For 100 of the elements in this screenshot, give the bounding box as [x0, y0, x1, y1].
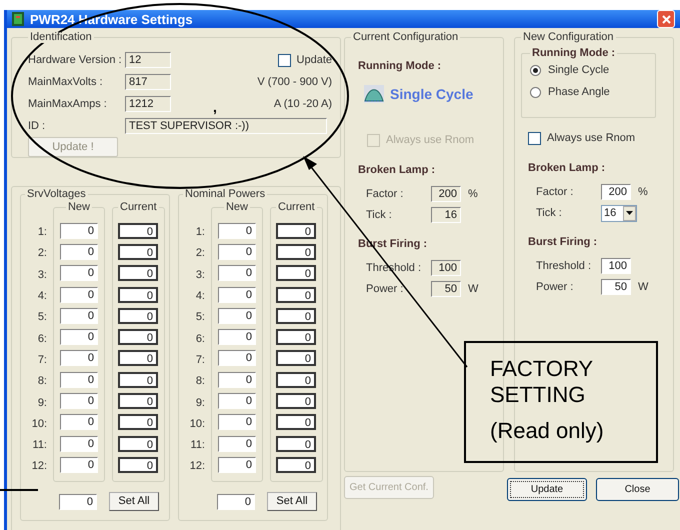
checkbox[interactable] [278, 54, 291, 66]
input-field[interactable]: 0 [276, 393, 316, 410]
range-hint: V (700 - 900 V) [257, 76, 332, 88]
input-field[interactable]: 0 [276, 286, 316, 303]
input-field[interactable]: 0 [60, 393, 98, 410]
running-mode-value: Single Cycle [390, 87, 474, 101]
input-field[interactable]: 1212 [125, 96, 171, 112]
input-field[interactable]: 0 [60, 286, 98, 303]
input-field[interactable]: 0 [60, 222, 98, 239]
input-field[interactable]: 0 [60, 456, 98, 473]
input-field[interactable]: 0 [218, 372, 256, 388]
input-field[interactable]: 0 [60, 244, 98, 260]
set-all-button[interactable]: Set All [267, 492, 317, 511]
input-field[interactable]: 0 [218, 286, 256, 303]
input-field[interactable]: TEST SUPERVISOR :-)) [125, 118, 327, 134]
input-field[interactable]: 0 [217, 494, 255, 510]
dialog-button[interactable]: Close [596, 478, 679, 501]
input-field[interactable]: 0 [276, 372, 316, 388]
unit-label: % [638, 186, 648, 198]
range-hint: A (10 -20 A) [274, 98, 332, 110]
input-field[interactable]: 0 [118, 286, 158, 303]
set-all-button[interactable]: Set All [109, 492, 159, 511]
input-field[interactable]: 0 [218, 329, 256, 346]
input-field[interactable]: 12 [125, 52, 171, 68]
input-field[interactable]: 100 [431, 260, 461, 276]
input-field[interactable]: 0 [276, 350, 316, 366]
row-number: 5: [38, 312, 47, 324]
input-field[interactable]: 0 [218, 393, 256, 410]
field-label: Hardware Version : [28, 54, 123, 66]
input-field[interactable]: 200 [431, 186, 461, 202]
input-field[interactable]: 0 [60, 265, 98, 282]
row-number: 1: [38, 227, 47, 238]
input-field[interactable]: 0 [118, 329, 158, 346]
column-title: Current [119, 202, 158, 213]
input-field[interactable]: 0 [60, 308, 98, 324]
input-field[interactable]: 0 [276, 265, 316, 282]
field-label: Threshold : [536, 260, 592, 272]
column-title: Current [277, 202, 316, 213]
field-label: Tick : [536, 208, 563, 218]
dialog-button[interactable]: Update [507, 478, 587, 501]
input-field[interactable]: 0 [118, 456, 158, 473]
unit-label: W [468, 284, 478, 294]
input-field[interactable]: 0 [118, 393, 158, 410]
row-number: 6: [196, 334, 205, 345]
row-number: 3: [196, 270, 205, 281]
field-label: Power : [536, 282, 574, 292]
input-field[interactable]: 0 [276, 308, 316, 324]
input-field[interactable]: 817 [125, 74, 171, 90]
input-field[interactable]: 0 [118, 350, 158, 366]
radio-label: Single Cycle [548, 65, 610, 76]
input-field[interactable]: 0 [60, 372, 98, 388]
field-label: ID : [28, 120, 46, 132]
input-field[interactable]: 0 [60, 350, 98, 366]
input-field[interactable]: 0 [60, 436, 98, 452]
input-field[interactable]: 0 [118, 414, 158, 430]
input-field[interactable]: 0 [276, 244, 316, 260]
row-number: 7: [196, 354, 205, 366]
input-field[interactable]: 0 [59, 494, 97, 510]
input-field[interactable]: 50 [431, 281, 461, 297]
unit-label: % [468, 188, 478, 200]
close-icon [662, 14, 670, 24]
row-number: 7: [38, 354, 47, 366]
section-title: Burst Firing : [528, 237, 598, 248]
input-field[interactable]: 16 [431, 207, 461, 223]
input-field[interactable]: 0 [276, 436, 316, 452]
input-field[interactable]: 0 [60, 414, 98, 430]
radio-button[interactable] [530, 87, 541, 98]
tick-dropdown[interactable]: 16 [601, 204, 637, 222]
input-field[interactable]: 0 [276, 414, 316, 430]
input-field[interactable]: 0 [218, 308, 256, 324]
row-number: 12: [190, 461, 205, 472]
input-field[interactable]: 0 [118, 436, 158, 452]
section-title: Broken Lamp : [528, 163, 606, 174]
input-field[interactable]: 0 [276, 329, 316, 346]
group-title: SrvVoltages [26, 189, 87, 200]
input-field[interactable]: 0 [218, 456, 256, 473]
input-field[interactable]: 0 [118, 222, 158, 239]
input-field[interactable]: 50 [601, 279, 631, 295]
input-field[interactable]: 100 [601, 258, 631, 274]
input-field[interactable]: 0 [118, 265, 158, 282]
input-field[interactable]: 0 [118, 308, 158, 324]
input-field[interactable]: 0 [218, 244, 256, 260]
field-label: Factor : [536, 186, 574, 198]
input-field[interactable]: 0 [218, 414, 256, 430]
input-field[interactable]: 200 [601, 184, 631, 200]
row-number: 2: [196, 248, 205, 260]
input-field[interactable]: 0 [276, 456, 316, 473]
input-field[interactable]: 0 [118, 372, 158, 388]
radio-button[interactable] [530, 65, 541, 76]
row-number: 9: [38, 398, 47, 409]
input-field[interactable]: 0 [218, 265, 256, 282]
input-field[interactable]: 0 [218, 222, 256, 239]
stray-mark: , [213, 100, 217, 114]
input-field[interactable]: 0 [276, 222, 316, 239]
close-button[interactable] [657, 10, 675, 28]
input-field[interactable]: 0 [218, 350, 256, 366]
checkbox[interactable] [528, 132, 541, 145]
input-field[interactable]: 0 [118, 244, 158, 260]
input-field[interactable]: 0 [60, 329, 98, 346]
input-field[interactable]: 0 [218, 436, 256, 452]
